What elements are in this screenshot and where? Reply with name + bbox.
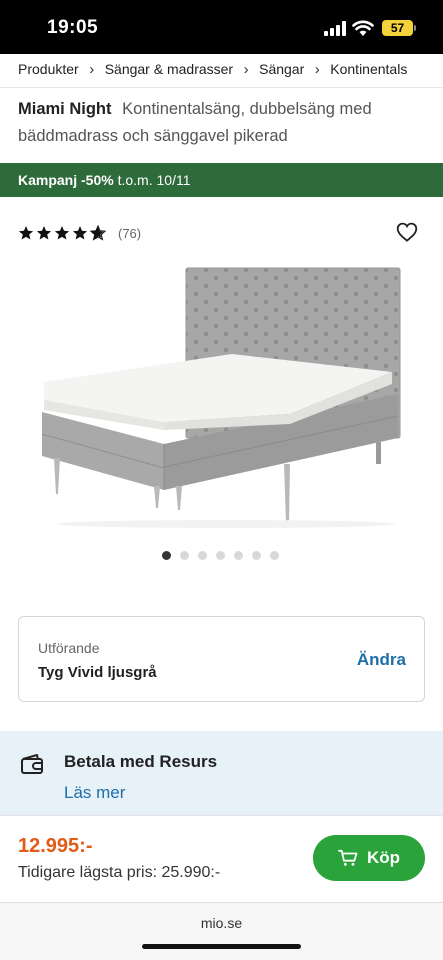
url-text: mio.se (200, 915, 243, 931)
campaign-banner: Kampanj -50% t.o.m. 10/11 (0, 163, 443, 197)
status-time: 19:05 (47, 17, 99, 38)
campaign-label: Kampanj -50% (18, 172, 114, 188)
change-variant-button[interactable]: Ändra (357, 650, 406, 670)
variant-value: Tyg Vivid ljusgrå (38, 664, 157, 681)
divider (0, 87, 443, 88)
breadcrumb-item-products[interactable]: Produkter (18, 61, 79, 77)
current-price: 12.995:- (18, 835, 93, 857)
star-icon (18, 226, 34, 240)
buy-button[interactable]: Köp (313, 835, 425, 881)
star-icon (72, 226, 88, 240)
chevron-right-icon: › (243, 60, 249, 78)
page-title: Miami Night Kontinentalsäng, dubbelsäng … (18, 96, 418, 150)
review-count: (76) (118, 225, 142, 241)
previous-lowest-price: Tidigare lägsta pris: 25.990:- (18, 864, 221, 881)
image-carousel-dots (162, 551, 279, 560)
heart-icon[interactable] (396, 222, 418, 242)
browser-url-bar[interactable]: mio.se (0, 902, 443, 960)
buy-label: Köp (366, 848, 401, 867)
chevron-right-icon: › (314, 60, 320, 78)
carousel-dot[interactable] (252, 551, 261, 560)
carousel-dot[interactable] (198, 551, 207, 560)
product-rating[interactable]: (76) (18, 224, 141, 242)
status-bar: 19:05 57 (0, 0, 443, 54)
campaign-period: t.o.m. 10/11 (117, 172, 191, 188)
variant-label: Utförande (38, 640, 100, 656)
breadcrumb-item-beds[interactable]: Sängar (259, 61, 304, 77)
carousel-dot[interactable] (216, 551, 225, 560)
product-image[interactable] (36, 262, 408, 530)
price-bar: 12.995:- Tidigare lägsta pris: 25.990:- … (0, 815, 443, 902)
home-indicator[interactable] (142, 944, 301, 949)
chevron-right-icon: › (89, 60, 95, 78)
breadcrumb: Produkter › Sängar & madrasser › Sängar … (18, 59, 443, 79)
signal-icon (324, 21, 346, 36)
breadcrumb-item-beds-mattresses[interactable]: Sängar & madrasser (105, 61, 233, 77)
wallet-icon (21, 754, 43, 774)
star-half-icon (90, 225, 106, 241)
carousel-dot[interactable] (180, 551, 189, 560)
carousel-dot[interactable] (270, 551, 279, 560)
breadcrumb-item-continental[interactable]: Kontinentals (330, 61, 407, 77)
read-more-link[interactable]: Läs mer (64, 783, 125, 803)
payment-title: Betala med Resurs (64, 752, 218, 771)
variant-selector[interactable]: Utförande Tyg Vivid ljusgrå Ändra (18, 616, 425, 702)
wifi-icon (352, 20, 374, 36)
product-brand: Miami Night (18, 100, 112, 118)
battery-icon: 57 (382, 20, 413, 36)
battery-tip (414, 25, 416, 31)
carousel-dot-active[interactable] (162, 551, 171, 560)
cart-icon (338, 849, 358, 866)
payment-info: Betala med Resurs Läs mer (0, 731, 443, 815)
carousel-dot[interactable] (234, 551, 243, 560)
rating-stars (18, 225, 106, 241)
star-icon (54, 226, 70, 240)
star-icon (36, 226, 52, 240)
